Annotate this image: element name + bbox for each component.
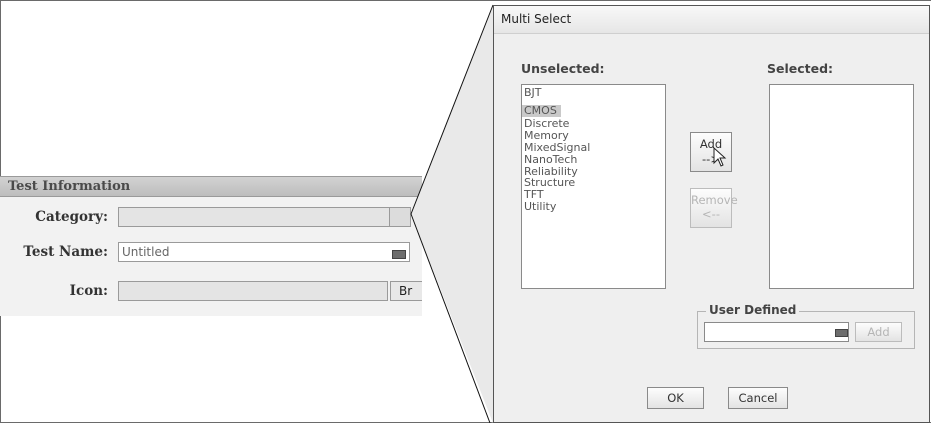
multi-select-dialog: Multi Select Unselected: Selected: BJT C…	[493, 5, 930, 423]
dialog-title: Multi Select	[494, 6, 929, 34]
keyboard-icon[interactable]	[835, 329, 848, 337]
cancel-button[interactable]: Cancel	[728, 387, 788, 409]
selected-label: Selected:	[767, 61, 834, 76]
user-defined-label: User Defined	[706, 303, 800, 317]
list-item[interactable]: BJT	[522, 87, 665, 99]
mouse-pointer-icon	[713, 147, 727, 167]
ok-button[interactable]: OK	[647, 387, 704, 409]
list-item-selected[interactable]: CMOS	[522, 105, 561, 117]
user-defined-group: User Defined Add	[697, 303, 915, 349]
user-defined-add-button[interactable]: Add	[855, 322, 902, 342]
remove-button-arrow: <--	[702, 207, 720, 221]
list-item[interactable]: NanoTech	[522, 153, 665, 166]
remove-button-label: Remove	[691, 193, 738, 207]
selected-listbox[interactable]	[769, 84, 914, 289]
list-item[interactable]: MixedSignal	[522, 141, 665, 154]
unselected-label: Unselected:	[521, 61, 605, 76]
list-item[interactable]: Utility	[522, 201, 665, 213]
list-item[interactable]: Memory	[522, 129, 665, 142]
user-defined-input[interactable]	[704, 322, 849, 342]
remove-button[interactable]: Remove <--	[690, 188, 738, 228]
unselected-listbox[interactable]: BJT CMOS Discrete Memory MixedSignal Nan…	[521, 84, 666, 289]
